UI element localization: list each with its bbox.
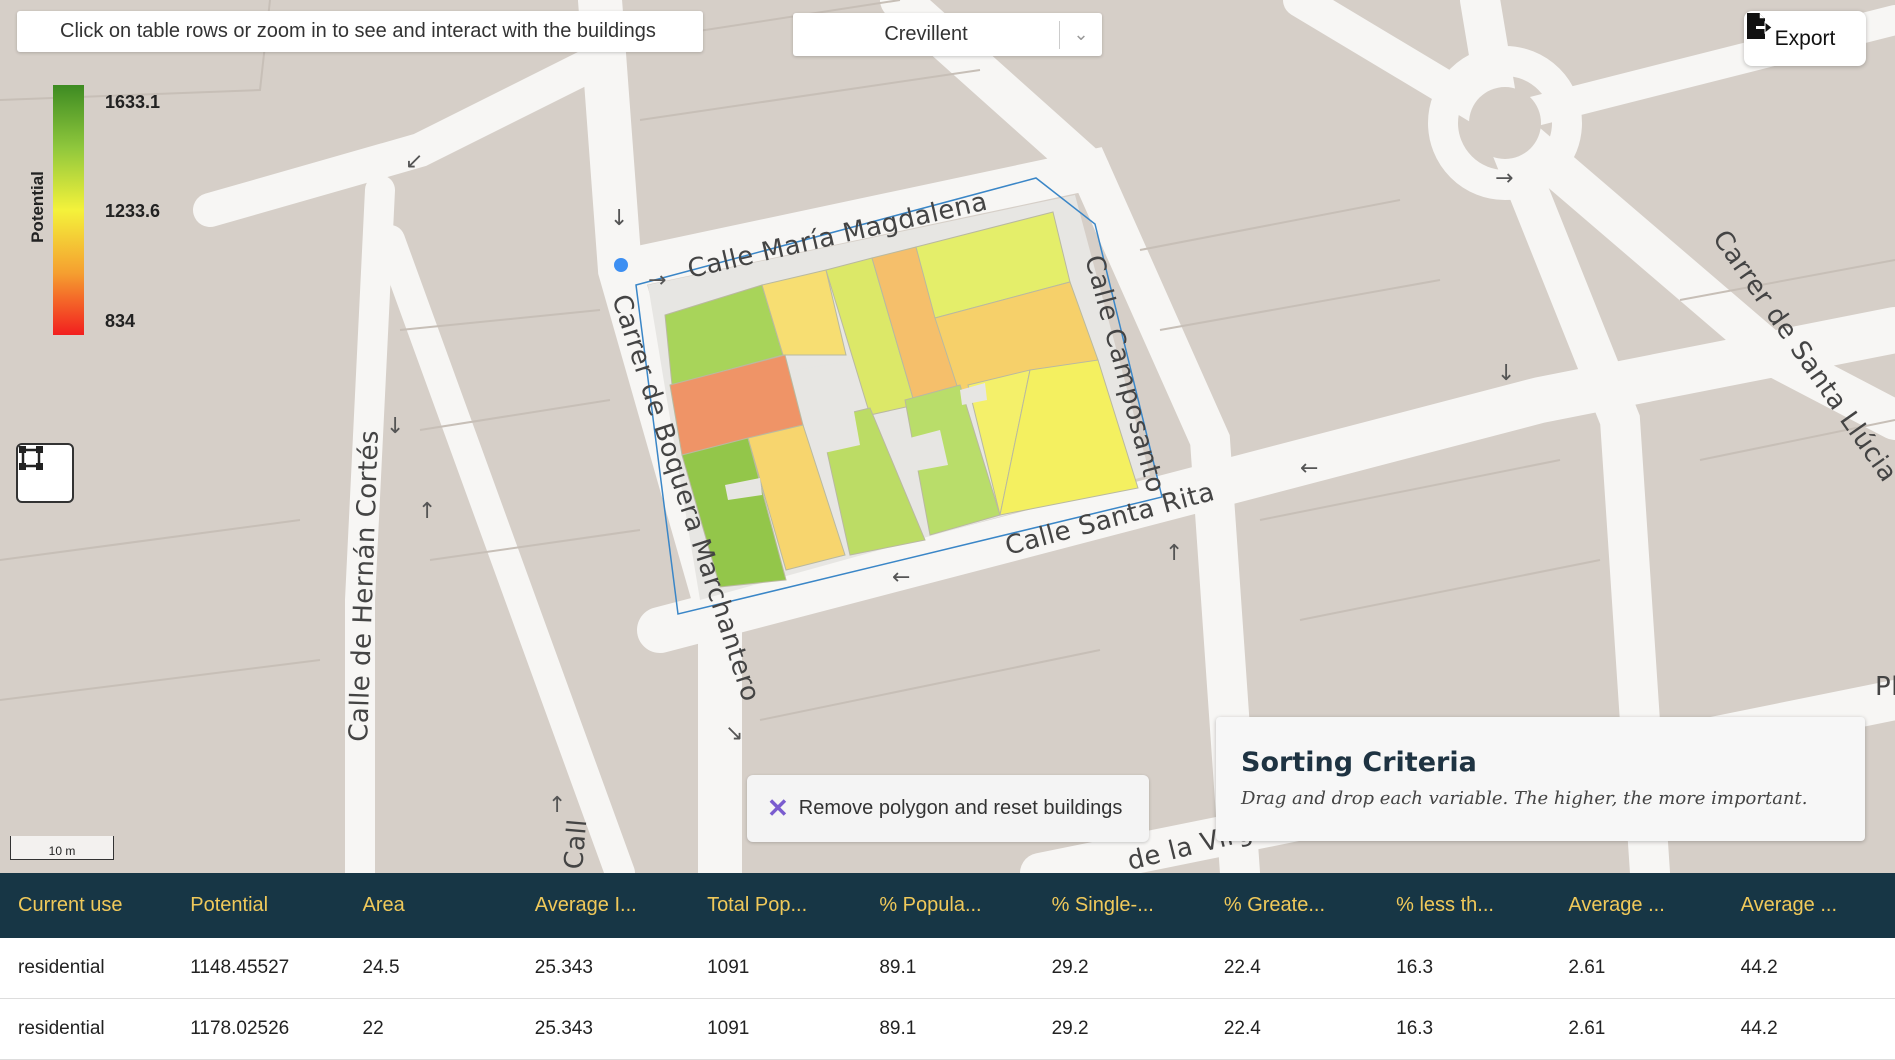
column-header[interactable]: Average I... <box>516 873 690 938</box>
street-label: Call <box>559 818 593 871</box>
table-cell: 2.61 <box>1550 938 1723 999</box>
table-row[interactable]: residential 1178.02526 22 25.343 1091 89… <box>0 998 1895 1060</box>
sorting-title: Sorting Criteria <box>1241 747 1477 778</box>
table-cell: 22 <box>344 998 517 1060</box>
sorting-criteria-panel[interactable]: Sorting Criteria Drag and drop each vari… <box>1216 717 1865 841</box>
oneway-arrow-icon: ← <box>892 565 910 590</box>
table-cell: 1091 <box>689 998 862 1060</box>
table-cell: 16.3 <box>1378 998 1551 1060</box>
oneway-arrow-icon: ↙ <box>405 149 423 174</box>
table-cell: 29.2 <box>1033 998 1206 1060</box>
column-header[interactable]: Potential <box>172 873 345 938</box>
oneway-arrow-icon: ↓ <box>1497 361 1515 386</box>
table-cell: 89.1 <box>861 938 1034 999</box>
table-cell: 29.2 <box>1033 938 1206 999</box>
legend-max-label: 1633.1 <box>105 92 161 112</box>
table-cell: 89.1 <box>861 998 1034 1060</box>
file-export-icon <box>1747 13 1772 39</box>
street-label: Pl <box>1875 672 1895 702</box>
table-cell: 24.5 <box>344 938 517 999</box>
column-header[interactable]: Average ... <box>1550 873 1723 938</box>
oneway-arrow-icon: ↓ <box>386 414 404 439</box>
table-cell: residential <box>0 998 173 1060</box>
export-button[interactable]: Export <box>1744 11 1866 66</box>
export-label: Export <box>1774 26 1836 50</box>
draw-polygon-button[interactable] <box>16 443 74 503</box>
column-header[interactable]: % Popula... <box>861 873 1034 938</box>
legend-title: Potential <box>28 171 47 243</box>
sorting-subtitle: Drag and drop each variable. The higher,… <box>1241 788 1808 809</box>
map[interactable]: Calle María Magdalena Calle Camposanto C… <box>0 0 1895 873</box>
column-header[interactable]: % Greate... <box>1205 873 1379 938</box>
oneway-arrow-icon: ↑ <box>548 793 566 818</box>
table-cell: 1178.02526 <box>172 998 345 1060</box>
table-cell: 44.2 <box>1722 938 1895 999</box>
table-cell: 44.2 <box>1722 998 1895 1060</box>
table-cell: 16.3 <box>1378 938 1551 999</box>
column-header[interactable]: Average ... <box>1722 873 1895 938</box>
oneway-arrow-icon: → <box>1495 166 1513 191</box>
remove-polygon-button[interactable]: ✕ Remove polygon and reset buildings <box>747 775 1149 842</box>
table-cell: residential <box>0 938 173 999</box>
column-header[interactable]: % less th... <box>1378 873 1551 938</box>
potential-legend: Potential 1633.1 1233.6 834 <box>22 85 182 335</box>
table-header-row: Current use Potential Area Average I... … <box>0 873 1895 938</box>
city-select[interactable]: Crevillent ⌄ <box>793 13 1102 56</box>
table-cell: 25.343 <box>516 938 690 999</box>
table-cell: 22.4 <box>1205 938 1379 999</box>
table-cell: 2.61 <box>1550 998 1723 1060</box>
map-instruction: Click on table rows or zoom in to see an… <box>17 11 703 52</box>
legend-min-label: 834 <box>105 311 136 331</box>
oneway-arrow-icon: ↓ <box>610 206 628 231</box>
polygon-draw-icon <box>19 446 43 470</box>
scale-bar: 10 m <box>10 836 114 860</box>
table-cell: 22.4 <box>1205 998 1379 1060</box>
oneway-arrow-icon: ← <box>1300 456 1318 481</box>
close-icon: ✕ <box>767 793 789 823</box>
oneway-arrow-icon: ↑ <box>1165 541 1183 566</box>
column-header[interactable]: % Single-... <box>1033 873 1206 938</box>
legend-mid-label: 1233.6 <box>105 201 161 221</box>
oneway-arrow-icon: ↘ <box>725 721 743 746</box>
column-header[interactable]: Area <box>344 873 517 938</box>
table-row[interactable]: residential 1148.45527 24.5 25.343 1091 … <box>0 938 1895 999</box>
remove-polygon-label: Remove polygon and reset buildings <box>798 797 1123 819</box>
table-cell: 1148.45527 <box>172 938 345 999</box>
chevron-down-icon[interactable]: ⌄ <box>1060 24 1102 45</box>
column-header[interactable]: Current use <box>0 873 173 938</box>
city-select-value: Crevillent <box>884 23 968 45</box>
column-header[interactable]: Total Pop... <box>689 873 862 938</box>
oneway-arrow-icon: ↑ <box>418 499 436 524</box>
table-cell: 1091 <box>689 938 862 999</box>
table-cell: 25.343 <box>516 998 690 1060</box>
legend-gradient-bar <box>53 85 84 335</box>
oneway-arrow-icon: → <box>648 268 666 293</box>
